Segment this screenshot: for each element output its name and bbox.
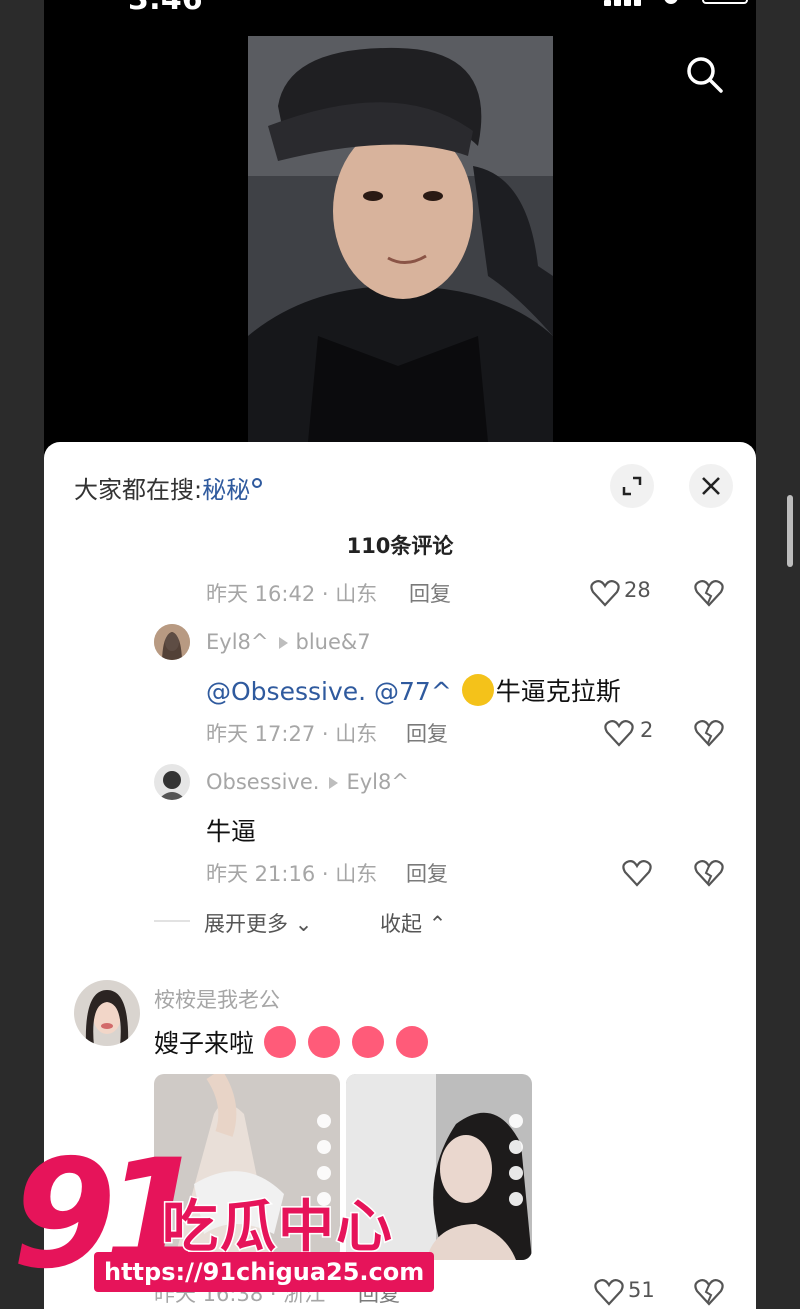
video-side-icons — [506, 1114, 526, 1218]
search-icon — [252, 478, 263, 488]
mentions[interactable]: @Obsessive. @77^ — [206, 677, 452, 706]
wifi-icon — [664, 0, 678, 4]
broken-heart-icon[interactable] — [694, 719, 724, 747]
comment-text: 牛逼 — [206, 817, 257, 846]
trending-label: 大家都在搜: — [74, 476, 203, 504]
broken-heart-icon[interactable] — [694, 1278, 724, 1306]
trending-keyword[interactable]: 秘秘 — [202, 476, 250, 504]
expand-more-button[interactable]: 展开更多 ⌄ — [204, 908, 312, 938]
username[interactable]: Eyl8^ — [206, 630, 269, 654]
trending-search[interactable]: 大家都在搜:秘秘 — [74, 470, 263, 505]
heart-eyes-emoji-icon — [263, 1026, 296, 1058]
scrollbar-thumb[interactable] — [787, 495, 793, 567]
comment-username[interactable]: Eyl8^ blue&7 — [206, 630, 371, 654]
search-icon — [687, 57, 723, 93]
close-icon — [702, 477, 720, 495]
divider-line — [154, 920, 190, 922]
expand-more-label: 展开更多 — [204, 912, 288, 936]
avatar[interactable] — [154, 764, 190, 800]
reply-to-username[interactable]: blue&7 — [296, 630, 371, 654]
reply-button[interactable]: 回复 — [406, 718, 448, 748]
selfie-image — [248, 36, 553, 442]
watermark-title: 吃瓜中心 — [161, 1194, 394, 1262]
chevron-up-icon: ⌃ — [428, 912, 447, 936]
heart-eyes-emoji-icon — [307, 1026, 340, 1058]
emoji-icon — [461, 674, 494, 706]
like-count: 28 — [624, 578, 651, 602]
comment-text: 嫂子来啦 — [154, 1024, 430, 1060]
close-button[interactable] — [689, 464, 733, 508]
username[interactable]: Obsessive. — [206, 770, 319, 794]
heart-eyes-emoji-icon — [395, 1026, 428, 1058]
like-count: 51 — [628, 1278, 655, 1302]
expand-icon — [622, 476, 642, 496]
reply-button[interactable]: 回复 — [406, 858, 448, 888]
heart-icon[interactable] — [590, 579, 620, 607]
username[interactable]: 桉桉是我老公 — [154, 984, 280, 1014]
watermark-url: https://91chigua25.com — [94, 1252, 435, 1292]
status-icons — [604, 0, 754, 12]
comment-body: 嫂子来啦 — [154, 1029, 255, 1058]
comment-count: 110条评论 — [346, 534, 454, 558]
battery-icon — [702, 0, 748, 4]
avatar[interactable] — [74, 980, 140, 1046]
comment-body: 牛逼克拉斯 — [495, 677, 621, 706]
signal-icon — [604, 0, 644, 6]
broken-heart-icon[interactable] — [694, 859, 724, 887]
heart-icon[interactable] — [622, 859, 652, 887]
collapse-label: 收起 — [380, 912, 422, 936]
comment-username[interactable]: Obsessive. Eyl8^ — [206, 770, 409, 794]
reply-to-username[interactable]: Eyl8^ — [346, 770, 409, 794]
search-button[interactable] — [684, 54, 724, 94]
comment-meta: 昨天 21:16 · 山东 — [206, 862, 378, 886]
reply-arrow-icon — [278, 637, 288, 649]
reply-button[interactable]: 回复 — [409, 578, 451, 608]
right-gutter — [756, 0, 800, 1309]
reply-arrow-icon — [329, 777, 339, 789]
comment-meta: 昨天 17:27 · 山东 — [206, 722, 378, 746]
video-thumbnail[interactable] — [248, 36, 553, 442]
heart-icon[interactable] — [594, 1278, 624, 1306]
like-count: 2 — [640, 718, 654, 742]
expand-panel-button[interactable] — [610, 464, 654, 508]
comment-text: @Obsessive. @77^ 牛逼克拉斯 — [206, 672, 621, 708]
heart-icon[interactable] — [604, 719, 634, 747]
comment-meta: 昨天 16:42 · 山东 — [206, 582, 378, 606]
status-time: 3:46 — [128, 0, 203, 17]
avatar[interactable] — [154, 624, 190, 660]
heart-eyes-emoji-icon — [351, 1026, 384, 1058]
watermark: 91 吃瓜中心 https://91chigua25.com — [12, 1140, 435, 1300]
chevron-down-icon: ⌄ — [294, 912, 313, 936]
broken-heart-icon[interactable] — [694, 579, 724, 607]
collapse-button[interactable]: 收起 ⌃ — [380, 908, 446, 938]
